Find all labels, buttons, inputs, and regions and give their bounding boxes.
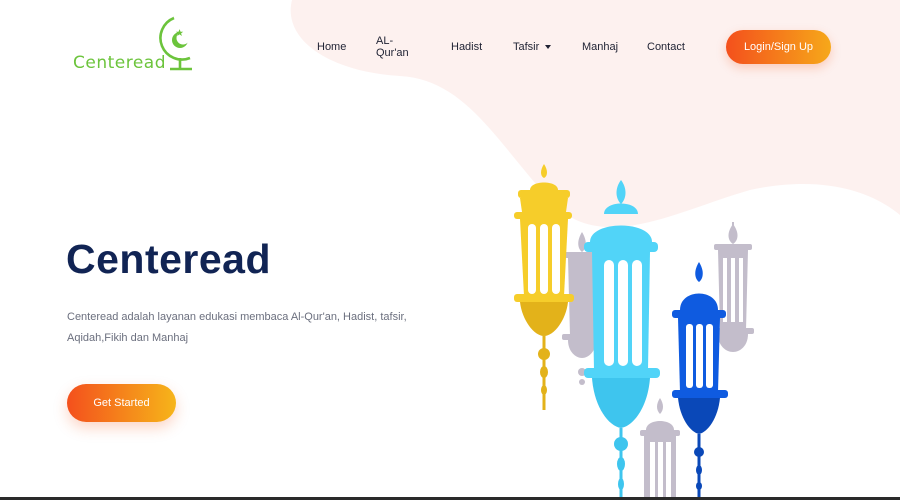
hero-title: Centeread — [66, 236, 272, 282]
grey-lantern-bottom — [640, 398, 680, 500]
nav-item-hadist[interactable]: Hadist — [451, 41, 482, 53]
yellow-lantern — [514, 164, 574, 410]
nav-item-manhaj[interactable]: Manhaj — [582, 41, 618, 53]
nav-item-tafsir-label: Tafsir — [513, 41, 540, 53]
brand-name: Centeread — [73, 53, 167, 73]
hero-description: Centeread adalah layanan edukasi membaca… — [67, 311, 407, 344]
nav-item-al-quran[interactable]: AL-Qur'an — [376, 35, 409, 59]
get-started-button[interactable]: Get Started — [67, 384, 176, 422]
ramadan-lanterns-illustration — [514, 164, 754, 500]
brand-logo[interactable]: Centeread — [70, 14, 200, 76]
nav-item-home[interactable]: Home — [317, 41, 346, 53]
nav-item-tafsir[interactable]: Tafsir — [513, 41, 552, 53]
login-signup-button[interactable]: Login/Sign Up — [726, 30, 831, 64]
nav-item-contact[interactable]: Contact — [647, 41, 685, 53]
caret-down-icon — [545, 45, 552, 49]
